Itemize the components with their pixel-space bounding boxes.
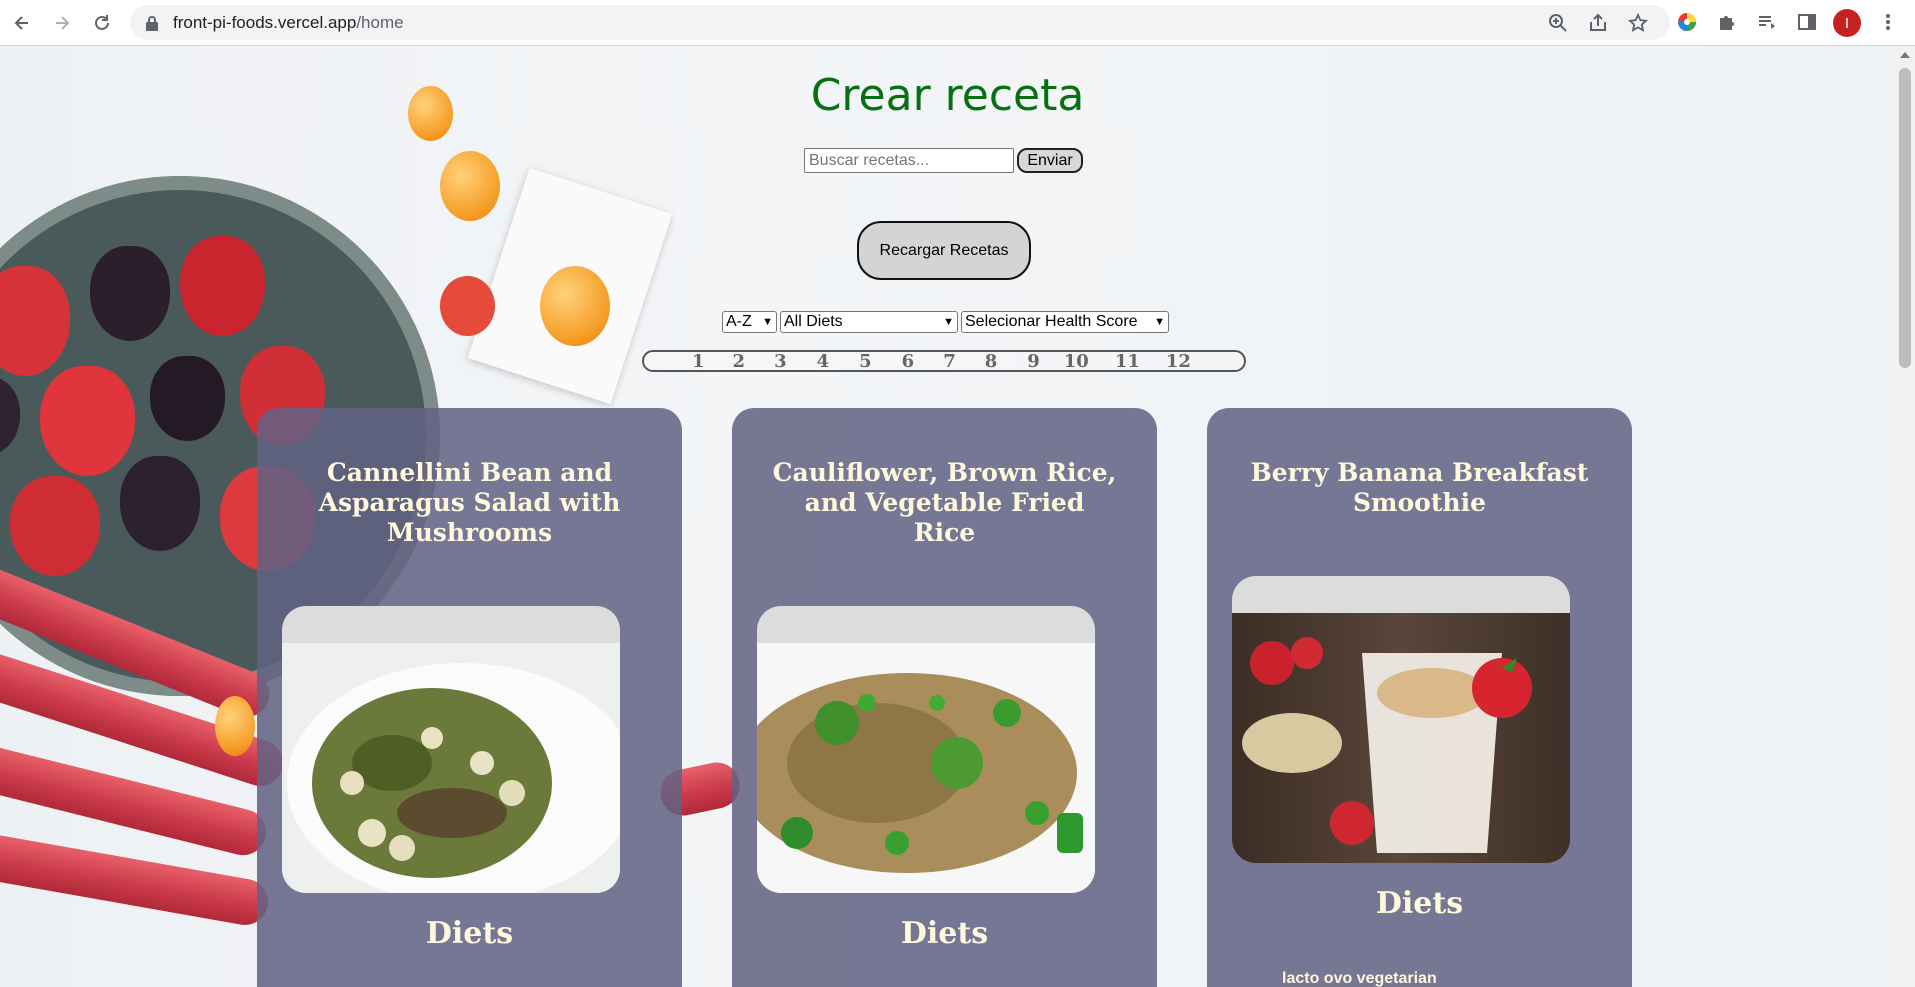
share-icon[interactable] bbox=[1588, 13, 1608, 33]
kumquat-decoration bbox=[215, 696, 255, 756]
address-bar[interactable]: front-pi-foods.vercel.app/home bbox=[130, 5, 1670, 40]
page-button[interactable]: 6 bbox=[902, 351, 915, 372]
page-content: Crear receta Enviar Recargar Recetas A-Z… bbox=[0, 46, 1895, 987]
profile-avatar[interactable]: I bbox=[1833, 9, 1861, 37]
chevron-down-icon: ▼ bbox=[1154, 316, 1165, 328]
browser-toolbar: front-pi-foods.vercel.app/home I bbox=[0, 0, 1915, 46]
recipe-title: Berry Banana Breakfast Smoothie bbox=[1250, 458, 1589, 517]
page-button[interactable]: 2 bbox=[733, 351, 746, 372]
kebab-icon[interactable] bbox=[1876, 10, 1900, 34]
kumquat-decoration bbox=[440, 151, 500, 221]
color-wheel-icon[interactable] bbox=[1675, 10, 1699, 34]
media-icon[interactable] bbox=[1755, 10, 1779, 34]
page-title: Crear receta bbox=[810, 70, 1085, 121]
url-path: /home bbox=[356, 13, 404, 32]
kumquat-decoration bbox=[540, 266, 610, 346]
page-button[interactable]: 4 bbox=[817, 351, 830, 372]
lock-icon[interactable] bbox=[145, 15, 159, 36]
grapefruit-decoration bbox=[440, 276, 495, 336]
star-icon[interactable] bbox=[1627, 12, 1649, 33]
page-scrollbar[interactable] bbox=[1895, 46, 1915, 987]
chevron-down-icon: ▼ bbox=[762, 316, 773, 328]
sidebar-icon[interactable] bbox=[1795, 10, 1819, 34]
url-text: front-pi-foods.vercel.app/home bbox=[173, 13, 404, 33]
url-host: front-pi-foods.vercel.app bbox=[173, 13, 357, 32]
health-score-select-value: Selecionar Health Score bbox=[965, 313, 1138, 330]
rhubarb-decoration bbox=[0, 646, 290, 792]
zoom-icon[interactable] bbox=[1548, 13, 1568, 33]
search-input[interactable] bbox=[804, 148, 1014, 173]
order-select-value: A-Z bbox=[726, 313, 752, 330]
diets-heading: Diets bbox=[900, 916, 989, 951]
diet-item: lacto ovo vegetarian bbox=[1282, 970, 1437, 987]
forward-icon[interactable] bbox=[48, 9, 76, 37]
recipe-photo bbox=[1232, 613, 1570, 863]
chevron-down-icon: ▼ bbox=[943, 316, 954, 328]
page-button[interactable]: 5 bbox=[859, 351, 872, 372]
recipe-card[interactable]: Berry Banana Breakfast Smoothie Diets la… bbox=[1207, 408, 1632, 987]
send-button[interactable]: Enviar bbox=[1017, 148, 1083, 173]
rhubarb-decoration bbox=[0, 829, 272, 929]
pagination: 1 2 3 4 5 6 7 8 9 10 11 12 bbox=[642, 350, 1246, 372]
page-button[interactable]: 8 bbox=[985, 351, 998, 372]
reload-recipes-button[interactable]: Recargar Recetas bbox=[857, 221, 1031, 280]
search-form: Enviar bbox=[804, 148, 1083, 173]
recipe-photo bbox=[757, 643, 1095, 893]
recipe-title: Cauliflower, Brown Rice, and Vegetable F… bbox=[772, 458, 1117, 547]
back-icon[interactable] bbox=[8, 9, 36, 37]
page-button[interactable]: 9 bbox=[1027, 351, 1040, 372]
diet-select-value: All Diets bbox=[784, 313, 843, 330]
recipe-card[interactable]: Cauliflower, Brown Rice, and Vegetable F… bbox=[732, 408, 1157, 987]
diets-heading: Diets bbox=[1375, 886, 1464, 921]
recipe-card-decoration bbox=[467, 167, 673, 405]
rhubarb-decoration bbox=[0, 553, 277, 725]
order-select[interactable]: A-Z ▼ bbox=[722, 311, 777, 333]
recipe-image bbox=[1232, 576, 1570, 863]
reload-icon[interactable] bbox=[88, 9, 116, 37]
filters-bar: A-Z ▼ All Diets ▼ Selecionar Health Scor… bbox=[722, 311, 1169, 333]
page-button[interactable]: 12 bbox=[1166, 351, 1191, 372]
scrollbar-thumb[interactable] bbox=[1899, 68, 1911, 368]
page-button[interactable]: 10 bbox=[1064, 351, 1089, 372]
page-button[interactable]: 7 bbox=[943, 351, 956, 372]
health-score-select[interactable]: Selecionar Health Score ▼ bbox=[961, 311, 1169, 333]
recipe-photo bbox=[282, 643, 620, 893]
page-button[interactable]: 3 bbox=[774, 351, 787, 372]
scroll-up-icon[interactable] bbox=[1900, 52, 1910, 58]
diet-select[interactable]: All Diets ▼ bbox=[780, 311, 958, 333]
recipe-title: Cannellini Bean and Asparagus Salad with… bbox=[318, 458, 621, 547]
recipe-card[interactable]: Cannellini Bean and Asparagus Salad with… bbox=[257, 408, 682, 987]
diets-heading: Diets bbox=[425, 916, 514, 951]
page-button[interactable]: 1 bbox=[692, 351, 705, 372]
page-button[interactable]: 11 bbox=[1115, 351, 1140, 372]
recipe-image bbox=[757, 606, 1095, 893]
recipe-image bbox=[282, 606, 620, 893]
puzzle-icon[interactable] bbox=[1715, 10, 1739, 34]
rhubarb-decoration bbox=[0, 737, 271, 861]
